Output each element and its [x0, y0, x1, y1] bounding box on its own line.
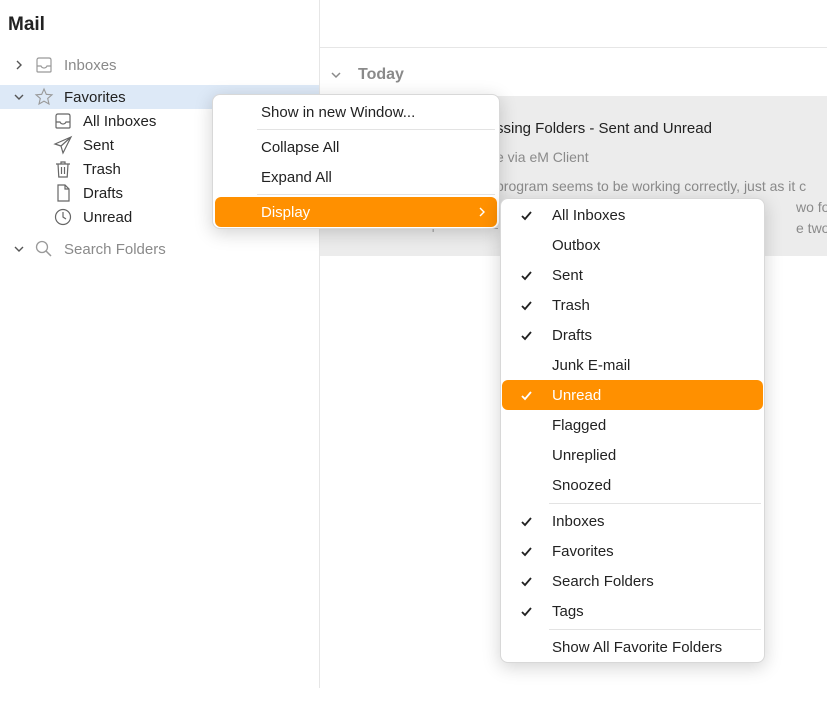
display-menu-item-show-all-favorite-folders[interactable]: Show All Favorite Folders [501, 632, 764, 662]
checkmark-icon [519, 514, 533, 528]
checkmark-icon [519, 208, 533, 222]
sidebar-item-label: Inboxes [64, 56, 117, 74]
menu-item-label: Search Folders [552, 572, 654, 590]
menu-item-label: All Inboxes [552, 206, 626, 224]
sidebar-item-label: Search Folders [64, 240, 166, 258]
search-icon [34, 239, 54, 259]
sidebar-item-label: Drafts [83, 184, 124, 202]
sidebar-item-search-folders[interactable]: Search Folders [0, 237, 319, 261]
message-preview: program seems to be working correctly, j… [496, 178, 807, 194]
message-sender: e via eM Client [496, 149, 589, 165]
chevron-down-icon[interactable] [330, 68, 344, 82]
menu-item-label: Show in new Window... [261, 103, 416, 121]
menu-separator [549, 503, 761, 504]
menu-item-show-in-new-window[interactable]: Show in new Window... [213, 97, 499, 127]
menu-separator [549, 629, 761, 630]
sidebar-item-label: Trash [83, 160, 121, 178]
sidebar-item-label: Unread [83, 208, 133, 226]
menu-item-label: Expand All [261, 168, 332, 186]
sidebar-item-label: All Inboxes [83, 112, 157, 130]
menu-item-label: Flagged [552, 416, 607, 434]
chevron-right-icon[interactable] [12, 58, 26, 72]
menu-item-label: Unread [552, 386, 602, 404]
menu-item-expand-all[interactable]: Expand All [213, 162, 499, 192]
menu-item-label: Display [261, 203, 311, 221]
display-menu-item-all-inboxes[interactable]: All Inboxes [501, 200, 764, 230]
app-title: Mail [8, 14, 45, 35]
menu-item-label: Outbox [552, 236, 601, 254]
menu-item-label: Drafts [552, 326, 593, 344]
paper-plane-icon [53, 135, 73, 155]
inbox-tray-icon [34, 55, 54, 75]
display-menu-item-trash[interactable]: Trash [501, 290, 764, 320]
display-menu-item-unread[interactable]: Unread [502, 380, 763, 410]
menu-item-label: Trash [552, 296, 590, 314]
display-menu-item-junk-e-mail[interactable]: Junk E-mail [501, 350, 764, 380]
clock-icon [53, 207, 73, 227]
display-menu-item-drafts[interactable]: Drafts [501, 320, 764, 350]
message-preview-fragment: wo folder [796, 199, 827, 215]
menu-item-label: Snoozed [552, 476, 612, 494]
menu-item-label: Sent [552, 266, 583, 284]
chevron-down-icon[interactable] [12, 90, 26, 104]
menu-item-label: Inboxes [552, 512, 605, 530]
display-menu-item-unreplied[interactable]: Unreplied [501, 440, 764, 470]
chevron-right-icon [477, 207, 487, 217]
message-subject: ssing Folders - Sent and Unread [496, 120, 712, 137]
display-submenu: All Inboxes Outbox Sent Trash Drafts Junk E-m… [500, 198, 765, 663]
checkmark-icon [519, 328, 533, 342]
display-menu-item-flagged[interactable]: Flagged [501, 410, 764, 440]
document-icon [53, 183, 73, 203]
date-group-header[interactable]: Today [330, 66, 404, 84]
folder-context-menu: Show in new Window... Collapse All Expan… [212, 94, 500, 229]
display-menu-item-snoozed[interactable]: Snoozed [501, 470, 764, 500]
trash-icon [53, 159, 73, 179]
sidebar-item-label: Sent [83, 136, 114, 154]
menu-item-display[interactable]: Display [215, 197, 497, 227]
checkmark-icon [519, 544, 533, 558]
display-menu-item-tags[interactable]: Tags [501, 596, 764, 626]
menu-item-label: Favorites [552, 542, 614, 560]
menu-item-label: Tags [552, 602, 584, 620]
checkmark-icon [519, 298, 533, 312]
display-menu-item-search-folders[interactable]: Search Folders [501, 566, 764, 596]
menu-separator [257, 129, 495, 130]
display-menu-item-favorites[interactable]: Favorites [501, 536, 764, 566]
menu-item-label: Collapse All [261, 138, 340, 156]
menu-item-label: Unreplied [552, 446, 617, 464]
checkmark-icon [519, 388, 533, 402]
menu-item-label: Junk E-mail [552, 356, 631, 374]
menu-item-label: Show All Favorite Folders [552, 638, 723, 656]
display-menu-item-outbox[interactable]: Outbox [501, 230, 764, 260]
inbox-tray-icon [53, 111, 73, 131]
message-list-header [320, 0, 827, 48]
sidebar-item-label: Favorites [64, 88, 126, 106]
menu-item-collapse-all[interactable]: Collapse All [213, 132, 499, 162]
chevron-down-icon[interactable] [12, 242, 26, 256]
group-label: Today [358, 66, 404, 83]
display-menu-item-inboxes[interactable]: Inboxes [501, 506, 764, 536]
display-menu-item-sent[interactable]: Sent [501, 260, 764, 290]
sidebar-item-inboxes[interactable]: Inboxes [0, 53, 319, 77]
star-icon [34, 87, 54, 107]
checkmark-icon [519, 604, 533, 618]
checkmark-icon [519, 268, 533, 282]
checkmark-icon [519, 574, 533, 588]
menu-separator [257, 194, 495, 195]
message-preview-fragment: e two fold [796, 220, 827, 236]
